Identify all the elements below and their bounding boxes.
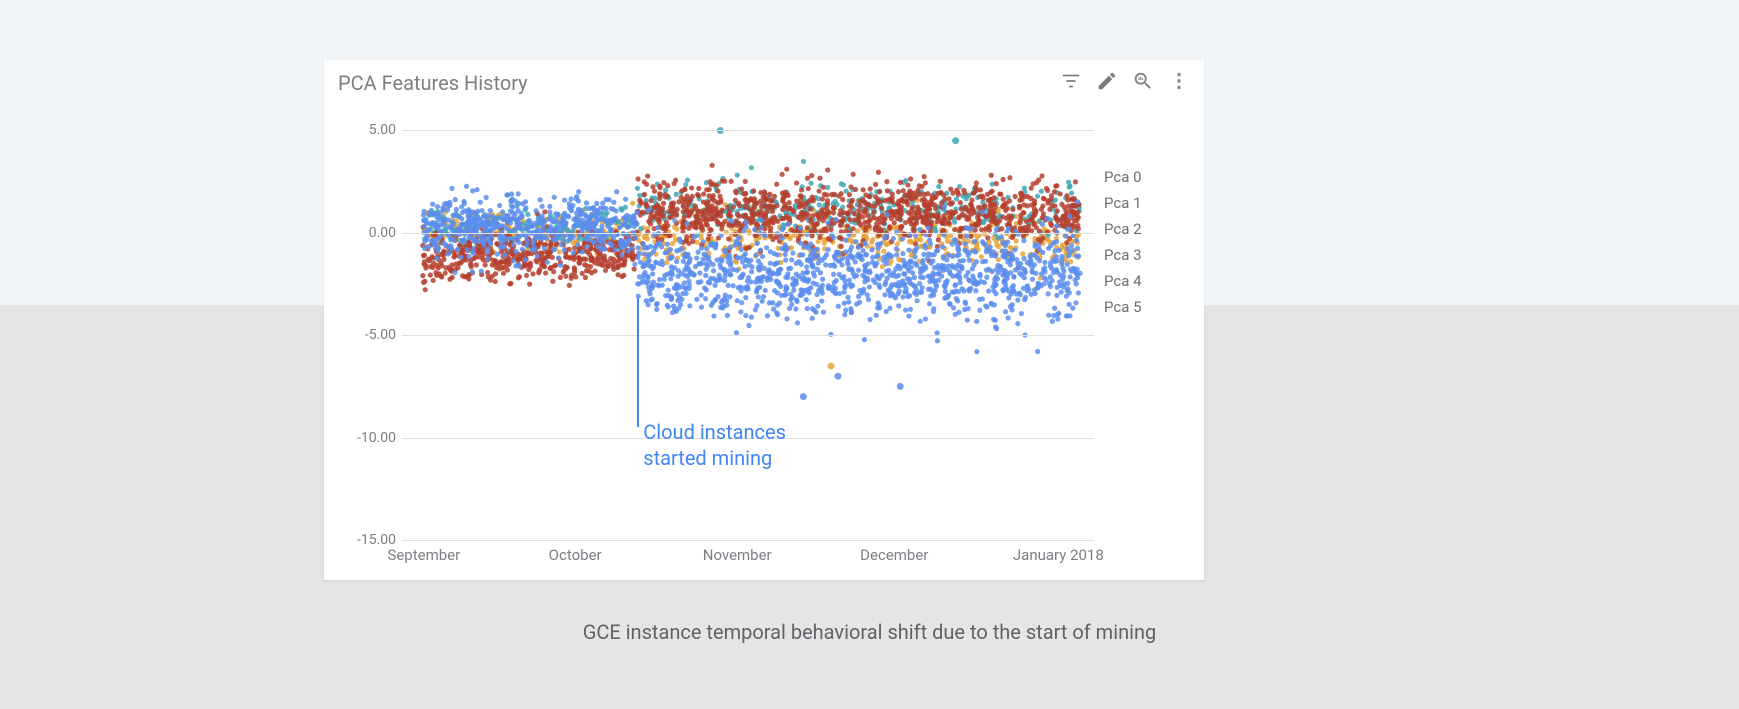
y-axis: 5.000.00-5.00-10.00-15.00 [344,110,402,540]
card-header: PCA Features History [324,60,1204,96]
x-tick: December [860,546,928,564]
x-tick: January 2018 [1013,546,1104,564]
figure-caption: GCE instance temporal behavioral shift d… [0,620,1739,644]
x-tick: November [703,546,772,564]
x-tick: September [387,546,460,564]
chart-card: PCA Features History 5.00 0.00 -5.00 -10.00… [324,60,1204,580]
legend: Pca 0 Pca 1 Pca 2 Pca 3 Pca 4 Pca 5 [1104,168,1194,316]
y-tick: -5.00 [365,327,396,343]
legend-item: Pca 1 [1104,194,1194,212]
legend-item: Pca 0 [1104,168,1194,186]
x-tick: October [549,546,602,564]
more-icon[interactable] [1168,70,1190,96]
zoom-icon[interactable] [1132,70,1154,96]
legend-item: Pca 4 [1104,272,1194,290]
edit-icon[interactable] [1096,70,1118,96]
filter-icon[interactable] [1060,70,1082,96]
chart-toolbar [1060,70,1190,96]
chart-title: PCA Features History [338,71,528,95]
x-axis: SeptemberOctoberNovemberDecemberJanuary … [402,546,1094,570]
annotation-text: Cloud instances started mining [643,419,786,471]
legend-item: Pca 2 [1104,220,1194,238]
y-tick: -10.00 [357,430,396,446]
legend-item: Pca 5 [1104,298,1194,316]
plot-area: 5.000.00-5.00-10.00-15.00 [344,110,1094,540]
annotation-line [637,298,639,427]
y-tick: 0.00 [369,225,396,241]
legend-item: Pca 3 [1104,246,1194,264]
scatter-plot [402,110,1094,540]
y-tick: 5.00 [369,122,396,138]
